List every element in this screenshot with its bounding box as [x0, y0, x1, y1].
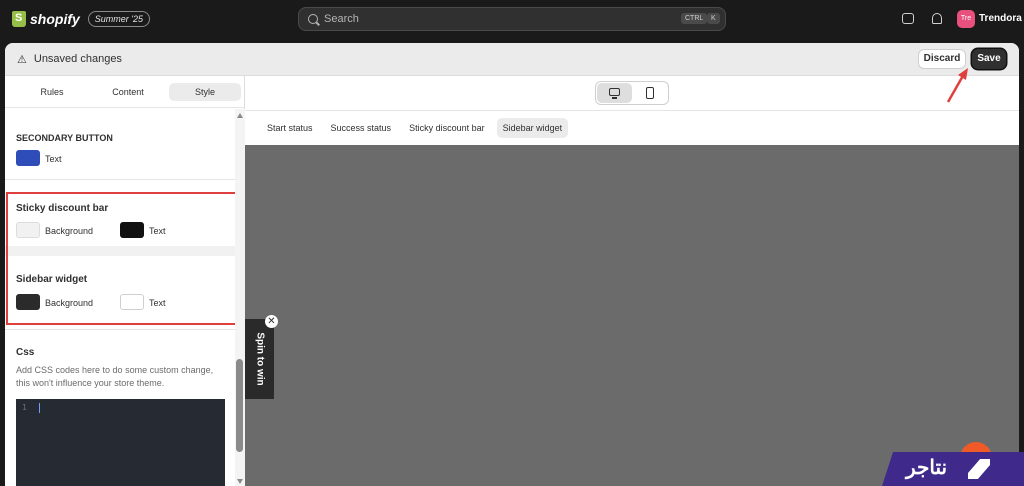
css-description: Add CSS codes here to do some custom cha… — [16, 365, 214, 388]
preview-canvas: Spin to win ✕ — [245, 145, 1019, 486]
secondary-text-color-swatch[interactable] — [16, 150, 40, 166]
edition-badge[interactable]: Summer '25 — [87, 11, 151, 27]
tab-style[interactable]: Style — [169, 82, 241, 101]
watermark-text: نتاجر — [906, 457, 948, 479]
scroll-down-icon[interactable] — [237, 479, 243, 484]
desktop-view-button[interactable] — [597, 83, 632, 103]
tab-content[interactable]: Content — [93, 83, 163, 101]
unsaved-status: Unsaved changes — [33, 53, 122, 65]
divider — [5, 329, 235, 330]
widget-label: Spin to win — [254, 332, 266, 386]
top-bar: shopify Summer '25 Search CTRL K Tre Tre… — [0, 0, 1024, 38]
store-name[interactable]: Trendora — [979, 13, 1022, 24]
tab-rules[interactable]: Rules — [17, 83, 87, 101]
scroll-thumb[interactable] — [236, 359, 243, 452]
settings-sidebar: Rules Content Style SECONDARY BUTTON Tex… — [5, 76, 245, 486]
css-code-editor[interactable]: 1 — [16, 399, 225, 486]
bell-icon[interactable] — [932, 13, 942, 24]
sidebar-scrollbar[interactable] — [235, 109, 245, 486]
text-cursor — [39, 403, 40, 413]
brand-name: shopify — [30, 11, 80, 27]
save-bar: ⚠ Unsaved changes Discard Save — [5, 43, 1019, 76]
secondary-text-label: Text — [45, 154, 62, 164]
annotation-arrow — [946, 68, 968, 103]
shopify-bag-icon — [12, 11, 26, 27]
line-number: 1 — [22, 403, 27, 412]
tab-start-status[interactable]: Start status — [261, 118, 319, 138]
highlight-box — [6, 192, 237, 325]
secondary-button-title: SECONDARY BUTTON — [16, 133, 113, 143]
css-title: Css — [16, 347, 35, 358]
close-icon[interactable]: ✕ — [265, 315, 278, 328]
editor-panel: ⚠ Unsaved changes Discard Save Rules Con… — [5, 43, 1019, 486]
preview-area: Start status Success status Sticky disco… — [245, 76, 1019, 486]
watermark-banner — [882, 452, 1024, 486]
divider — [245, 110, 1019, 111]
search-input[interactable]: Search CTRL K — [298, 7, 726, 31]
avatar[interactable]: Tre — [957, 10, 975, 28]
shortcut-k: K — [707, 13, 720, 24]
shortcut-ctrl: CTRL — [681, 13, 708, 24]
search-icon — [308, 14, 318, 24]
store-icon[interactable] — [902, 13, 914, 24]
tab-success-status[interactable]: Success status — [325, 118, 398, 138]
desktop-icon — [609, 88, 620, 99]
divider — [5, 179, 235, 180]
shopify-logo[interactable]: shopify — [12, 11, 80, 27]
scroll-up-icon[interactable] — [237, 113, 243, 118]
mobile-icon[interactable] — [646, 87, 654, 99]
warning-icon: ⚠ — [17, 53, 27, 66]
tab-sidebar-widget[interactable]: Sidebar widget — [496, 118, 569, 138]
search-placeholder: Search — [324, 13, 359, 25]
device-toggle — [595, 81, 669, 105]
preview-tabs: Start status Success status Sticky disco… — [261, 118, 574, 138]
tab-sticky-discount-bar[interactable]: Sticky discount bar — [403, 118, 491, 138]
spin-to-win-widget[interactable]: Spin to win — [245, 319, 274, 399]
save-button[interactable]: Save — [972, 49, 1006, 69]
sidebar-tabs: Rules Content Style — [5, 76, 244, 108]
